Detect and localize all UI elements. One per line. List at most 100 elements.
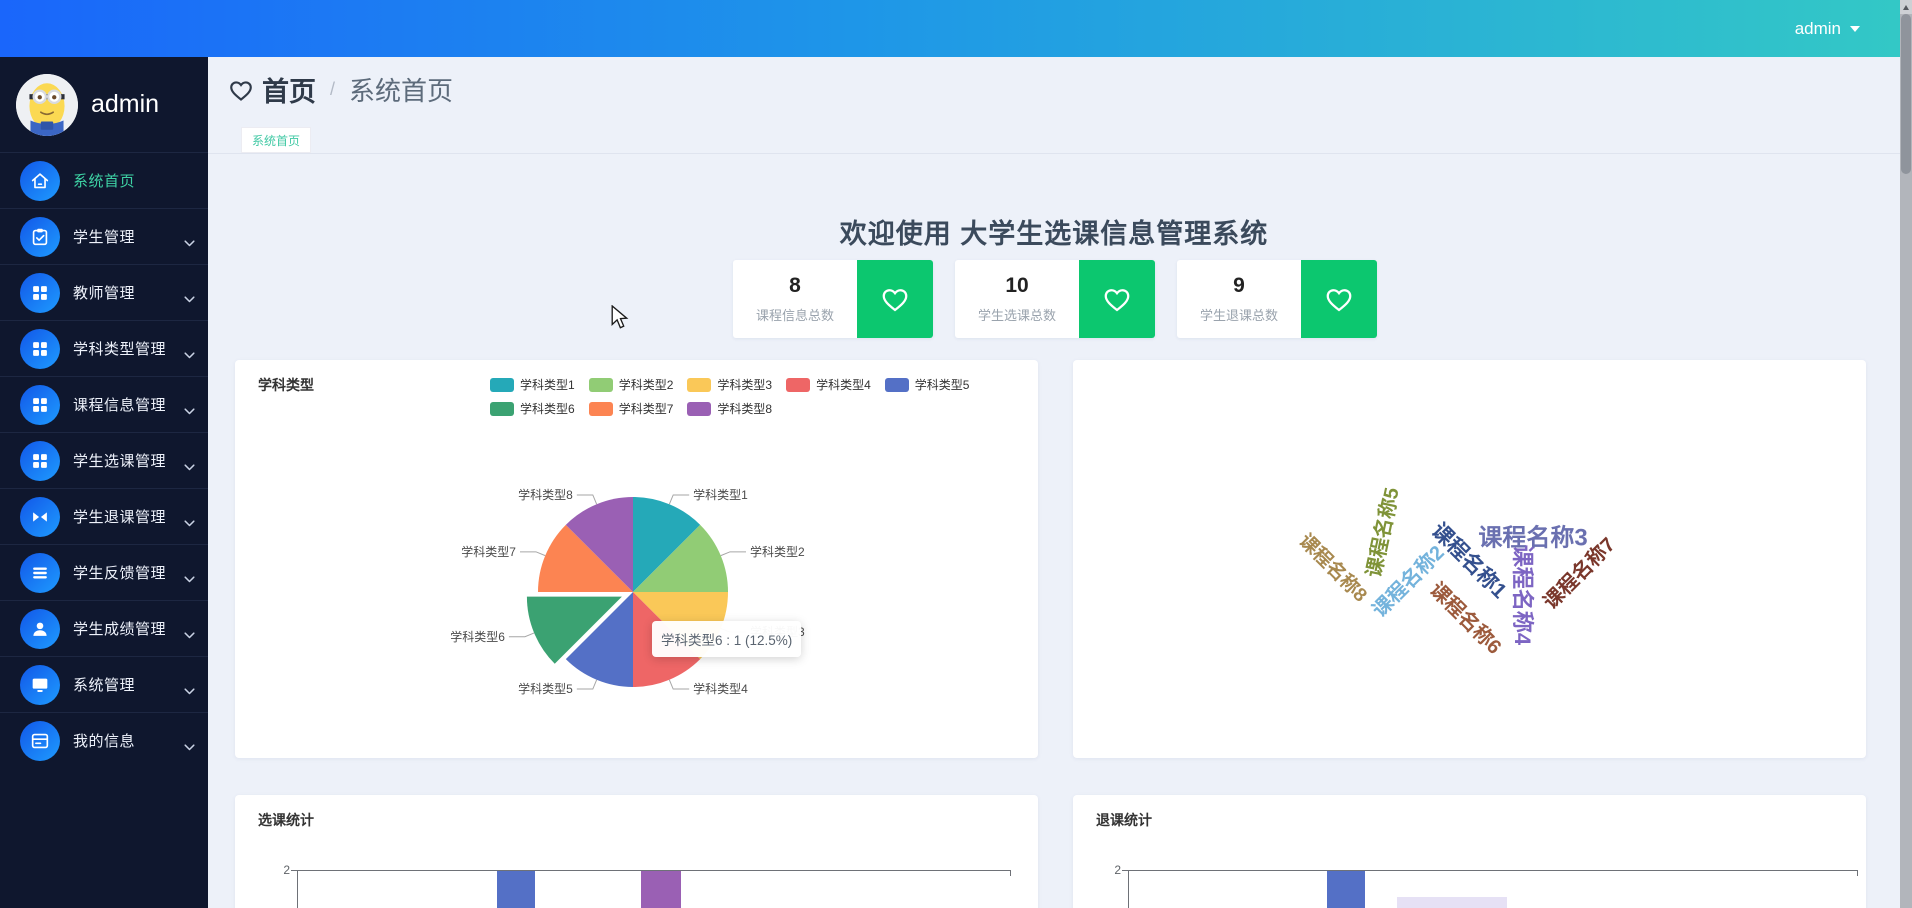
course-drop-stats-card: 退课统计 2 [1073,795,1866,908]
pie-label-line [668,494,690,505]
scroll-up-button[interactable] [1900,0,1912,14]
sidebar-item-course-info-mgmt[interactable]: 课程信息管理 [0,376,208,432]
pie-label-line [668,679,690,690]
chevron-down-icon [184,290,195,308]
pie-label-line [576,494,598,505]
pie-label-line [508,632,535,638]
gridline [1128,870,1857,871]
pie-label-line [720,551,747,557]
tab-system-home[interactable]: 系统首页 [241,127,312,153]
stat-value: 10 [1005,274,1029,297]
vertical-scrollbar[interactable] [1900,0,1912,908]
grid-icon [20,440,60,481]
sidebar-item-course-drop-mgmt[interactable]: 学生退课管理 [0,488,208,544]
heart-icon [230,80,252,101]
sidebar-item-label: 学科类型管理 [73,341,167,358]
breadcrumb-separator: / [330,79,336,99]
sidebar-item-system-home[interactable]: 系统首页 [0,152,208,208]
pie-slice-label: 学科类型5 [518,681,573,696]
card-title: 退课统计 [1096,812,1152,828]
list-icon [20,552,60,593]
stat-card: 8 课程信息总数 [733,260,933,338]
stat-value: 8 [789,274,801,297]
course-wordcloud-card: 课程名称1 课程名称2 课程名称3 课程名称4 课程名称5 课程名称6 课程名称7 课程名称8 [1073,360,1866,758]
stat-value: 9 [1233,274,1245,297]
sidebar-item-label: 学生管理 [73,229,136,246]
pie-label-line [576,679,598,690]
chevron-down-icon [184,234,195,252]
sidebar-item-my-info[interactable]: 我的信息 [0,712,208,768]
pie-slice-label: 学科类型7 [461,544,516,559]
sidebar-item-course-select-mgmt[interactable]: 学生选课管理 [0,432,208,488]
bar[interactable] [1327,871,1365,908]
stat-card: 9 学生退课总数 [1177,260,1377,338]
welcome-title: 欢迎使用 大学生选课信息管理系统 [839,219,1269,249]
sidebar-item-grade-mgmt[interactable]: 学生成绩管理 [0,600,208,656]
sidebar-item-teacher-mgmt[interactable]: 教师管理 [0,264,208,320]
sidebar-item-subject-type-mgmt[interactable]: 学科类型管理 [0,320,208,376]
clipboard-icon [20,216,60,257]
chevron-down-icon [184,346,195,364]
sidebar-item-label: 学生选课管理 [73,453,167,470]
stat-text: 9 学生退课总数 [1177,260,1301,338]
chevron-down-icon [184,402,195,420]
stats-row: 8 课程信息总数 10 学生选课总数 9 学生退课总数 [733,260,1377,338]
sidebar-item-label: 学生成绩管理 [73,621,167,638]
pie-slice-label: 学科类型2 [750,544,805,559]
pie-slice-label: 学科类型4 [693,681,748,696]
card-title: 选课统计 [258,812,314,828]
grid-icon [20,384,60,425]
sidebar-item-student-mgmt[interactable]: 学生管理 [0,208,208,264]
chevron-down-icon [184,626,195,644]
mouse-cursor [610,304,630,334]
stat-card: 10 学生选课总数 [955,260,1155,338]
sidebar-item-label: 系统管理 [73,677,136,694]
grid-icon [20,328,60,369]
header-divider [208,153,1900,154]
breadcrumb-home[interactable]: 首页 [262,70,316,109]
sidebar-item-label: 教师管理 [73,285,136,302]
stat-label: 课程信息总数 [755,308,834,323]
bar[interactable] [497,871,535,908]
profile-block: admin [0,57,208,152]
heart-icon [1301,260,1377,338]
pie-label-line [519,551,546,557]
course-selection-stats-card: 选课统计 2 [235,795,1038,908]
chevron-down-icon [184,570,195,588]
sidebar-item-label: 我的信息 [73,733,136,750]
profile-name: admin [91,90,160,118]
topbar: admin [0,0,1900,57]
sidebar-item-label: 系统首页 [73,173,136,190]
stat-label: 学生选课总数 [977,308,1056,323]
breadcrumb: 首页 / 系统首页 [228,70,453,109]
pie-slice-label: 学科类型1 [693,487,748,502]
y-axis-line [297,870,298,908]
stat-text: 10 学生选课总数 [955,260,1079,338]
chart-tooltip: 学科类型6 : 1 (12.5%) [652,621,802,657]
sidebar-item-system-mgmt[interactable]: 系统管理 [0,656,208,712]
avatar [16,73,78,136]
pie-slice-label: 学科类型6 [450,629,505,644]
subject-type-card: 学科类型 学科类型1 学科类型2 学科类型3 学科类型4 学科类型5 学科类型6 学科类型7… [235,360,1038,758]
grid-icon [20,272,60,313]
chevron-down-icon [1850,25,1860,32]
monitor-icon [20,664,60,705]
chevron-down-icon [184,458,195,476]
sidebar-menu: 系统首页学生管理教师管理学科类型管理课程信息管理学生选课管理学生退课管理 学生反馈… [0,152,208,768]
pie-slice-label: 学科类型8 [518,487,573,502]
pie-chart[interactable]: 学科类型1学科类型2学科类型3学科类型4学科类型5学科类型6学科类型7学科类型8 [235,360,1038,758]
hover-band [1397,897,1507,908]
user-icon [20,608,60,649]
chevron-down-icon [184,682,195,700]
scrollbar-thumb[interactable] [1901,14,1911,174]
stat-label: 学生退课总数 [1199,308,1278,323]
home-icon [20,160,60,201]
bar[interactable] [641,871,681,908]
axis-tickmark [1857,870,1858,876]
sidebar-item-feedback-mgmt[interactable]: 学生反馈管理 [0,544,208,600]
bowtie-icon [20,496,60,537]
user-dropdown[interactable]: admin [1795,0,1860,57]
y-axis-tick: 2 [283,863,290,877]
heart-icon [857,260,933,338]
wordcloud-word: 课程名称5 [1363,485,1404,580]
